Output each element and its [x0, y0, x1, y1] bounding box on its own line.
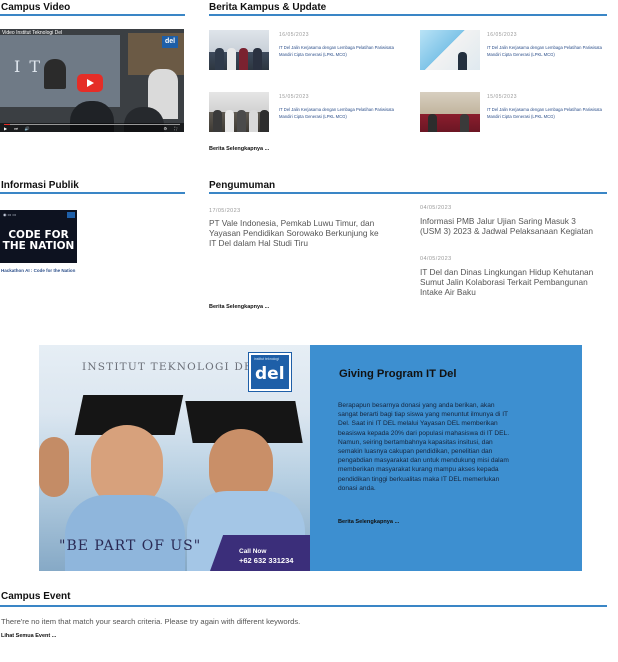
hackathon-card-image[interactable]: ◉ ▭ ▭ CODE FOR THE NATION — [0, 210, 77, 263]
announcement-title[interactable]: Informasi PMB Jalur Ujian Saring Masuk 3… — [420, 216, 598, 236]
campus-event-heading: Campus Event — [1, 591, 71, 602]
pengumuman-heading: Pengumuman — [209, 180, 276, 191]
news-title[interactable]: IT Del Jalin Kerjasama dengan Lembaga Pe… — [487, 106, 615, 120]
giving-title: Giving Program IT Del — [339, 368, 457, 380]
sponsor-logos-icon: ◉ ▭ ▭ — [3, 212, 17, 217]
banner-call-now: Call Now — [239, 548, 267, 555]
play-icon[interactable] — [77, 74, 103, 92]
news-thumbnail[interactable] — [420, 30, 480, 70]
informasi-publik-heading: Informasi Publik — [1, 180, 79, 191]
banner-institute-name: INSTITUT TEKNOLOGI DEL — [82, 361, 262, 373]
news-title[interactable]: IT Del Jalin Kerjasama dengan Lembaga Pe… — [279, 106, 407, 120]
video-title: Video Institut Teknologi Del — [2, 30, 63, 36]
informasi-publik-rule — [0, 192, 185, 194]
campus-event-rule — [0, 605, 607, 607]
news-date: 16/05/2023 — [279, 32, 310, 38]
news-date: 16/05/2023 — [487, 32, 518, 38]
news-thumbnail[interactable] — [420, 92, 480, 132]
announcement-date: 04/05/2023 — [420, 256, 452, 262]
pengumuman-rule — [209, 192, 607, 194]
giving-description: Berapapun besarnya donasi yang anda beri… — [338, 402, 510, 492]
del-logo-icon: institut teknologi del — [249, 353, 291, 391]
news-thumbnail[interactable] — [209, 92, 269, 132]
news-rule — [209, 14, 607, 16]
news-title[interactable]: IT Del Jalin Kerjasama dengan Lembaga Pe… — [487, 44, 615, 58]
announcement-date: 04/05/2023 — [420, 205, 452, 211]
video-controls[interactable]: ▶ ⏭ 🔊 ⚙ ⛶ — [0, 123, 184, 132]
news-thumbnail[interactable] — [209, 30, 269, 70]
announcement-title[interactable]: PT Vale Indonesia, Pemkab Luwu Timur, da… — [209, 218, 379, 248]
campus-event-more-link[interactable]: Lihat Semua Event ... — [1, 633, 56, 639]
announcement-date: 17/05/2023 — [209, 208, 241, 214]
del-logo-icon — [67, 212, 75, 218]
banner-slogan: "BE PART OF US" — [59, 538, 202, 554]
giving-banner-image: INSTITUT TEKNOLOGI DEL institut teknolog… — [39, 345, 310, 571]
hackathon-caption[interactable]: Hackathon AI : Code for the Nation — [1, 268, 75, 273]
news-date: 15/05/2023 — [279, 94, 310, 100]
campus-video-heading: Campus Video — [1, 2, 71, 13]
campus-video-player[interactable]: I T D Video Institut Teknologi Del del ▶… — [0, 29, 184, 132]
video-progress-bar[interactable] — [4, 124, 180, 125]
campus-video-rule — [0, 14, 185, 16]
campus-event-empty-text: There're no item that match your search … — [1, 617, 301, 626]
news-heading: Berita Kampus & Update — [209, 2, 327, 13]
announcement-more-link[interactable]: Berita Selengkapnya ... — [209, 304, 269, 310]
news-title[interactable]: IT Del Jalin Kerjasama dengan Lembaga Pe… — [279, 44, 407, 58]
announcement-title[interactable]: IT Del dan Dinas Lingkungan Hidup Kehuta… — [420, 267, 598, 297]
banner-phone: +62 632 331234 — [239, 556, 294, 565]
hackathon-card-text: CODE FOR THE NATION — [2, 229, 75, 252]
news-more-link[interactable]: Berita Selengkapnya ... — [209, 146, 269, 152]
news-date: 15/05/2023 — [487, 94, 518, 100]
video-channel-logo: del — [162, 36, 178, 48]
playback-controls-icon[interactable]: ▶ ⏭ 🔊 — [4, 126, 33, 131]
fullscreen-icon[interactable]: ⚙ ⛶ — [164, 126, 181, 131]
giving-more-link[interactable]: Berita Selengkapnya ... — [338, 519, 399, 525]
